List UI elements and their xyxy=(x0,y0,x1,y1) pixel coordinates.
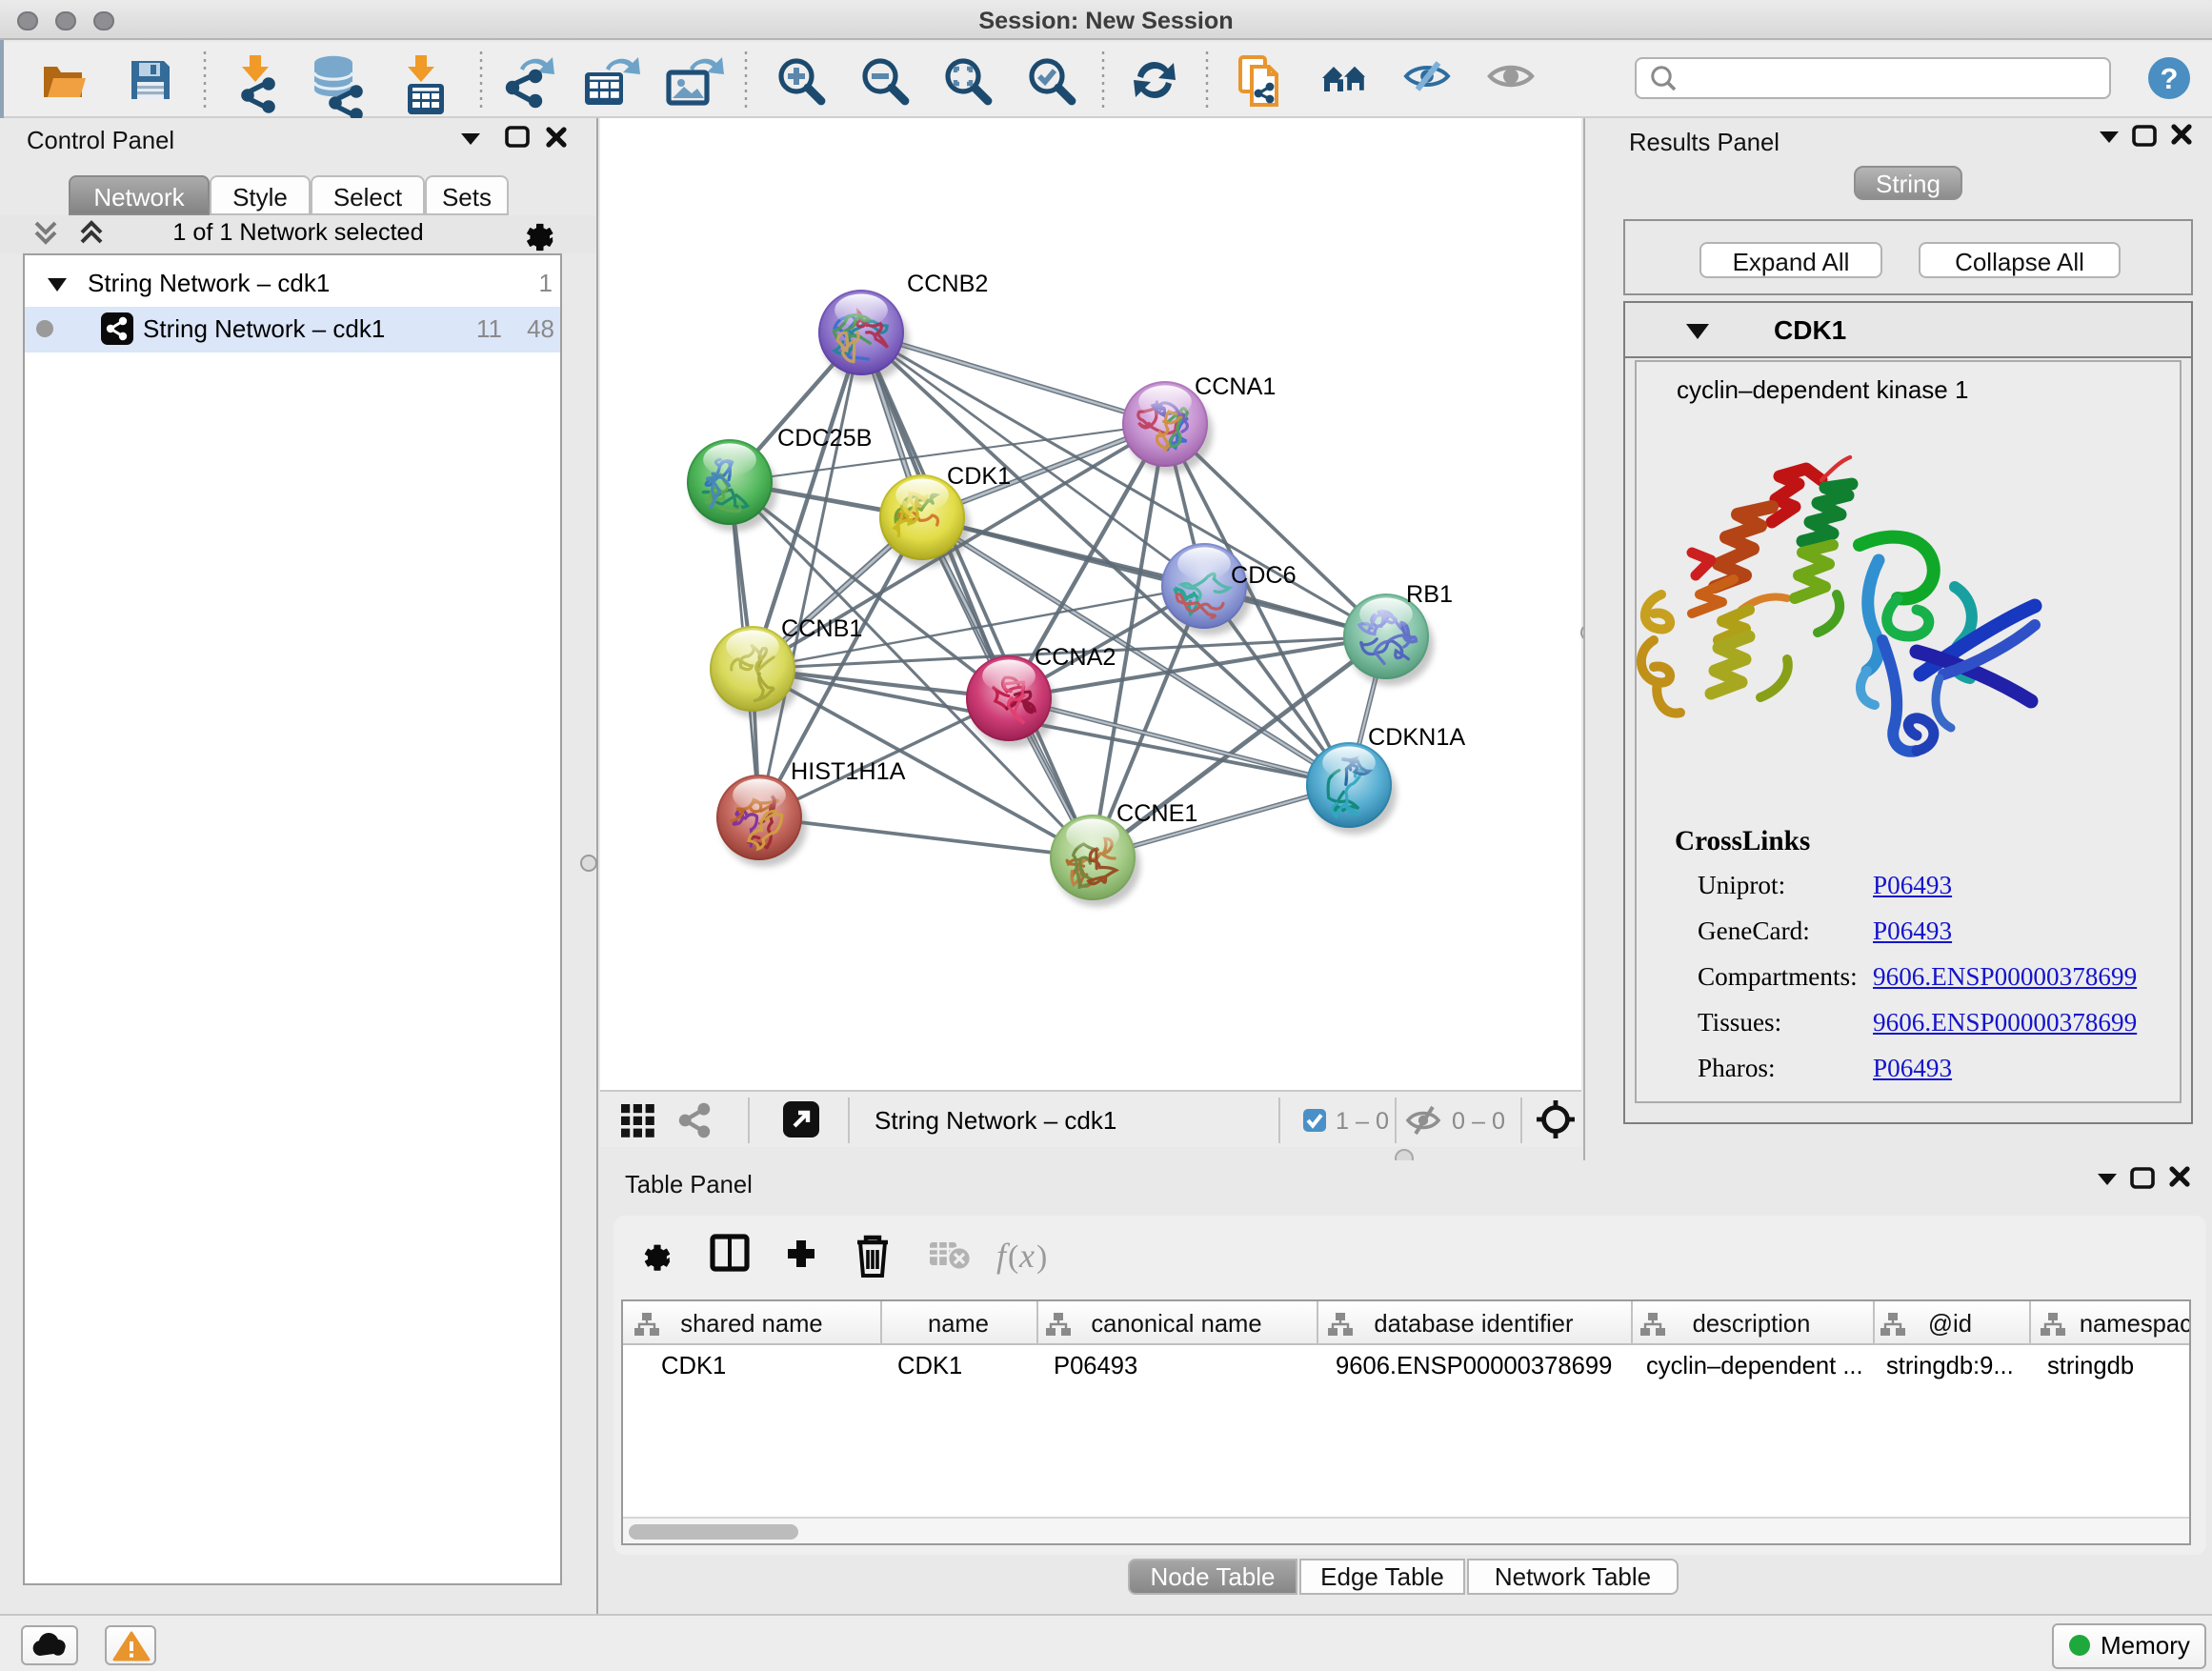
svg-text:RB1: RB1 xyxy=(1406,581,1453,608)
svg-text:CDC6: CDC6 xyxy=(1231,562,1297,589)
svg-text:CDC25B: CDC25B xyxy=(777,425,872,452)
svg-text:0 – 0: 0 – 0 xyxy=(1452,1108,1505,1135)
svg-text:CCNA2: CCNA2 xyxy=(1035,644,1116,671)
svg-text:x: x xyxy=(1018,1237,1035,1275)
svg-text:CCNB2: CCNB2 xyxy=(907,271,988,297)
svg-text:1 – 0: 1 – 0 xyxy=(1336,1108,1389,1135)
svg-text:String Network – cdk1: String Network – cdk1 xyxy=(875,1106,1116,1135)
svg-text:(: ( xyxy=(1008,1239,1018,1275)
svg-text:CDKN1A: CDKN1A xyxy=(1368,724,1465,751)
svg-text:CCNB1: CCNB1 xyxy=(781,615,862,642)
svg-text:): ) xyxy=(1036,1239,1047,1275)
svg-text:CCNE1: CCNE1 xyxy=(1116,800,1197,827)
svg-text:?: ? xyxy=(2161,62,2179,95)
svg-text:CDK1: CDK1 xyxy=(947,463,1011,490)
svg-text:CCNA1: CCNA1 xyxy=(1195,373,1276,400)
svg-text:HIST1H1A: HIST1H1A xyxy=(791,758,906,785)
